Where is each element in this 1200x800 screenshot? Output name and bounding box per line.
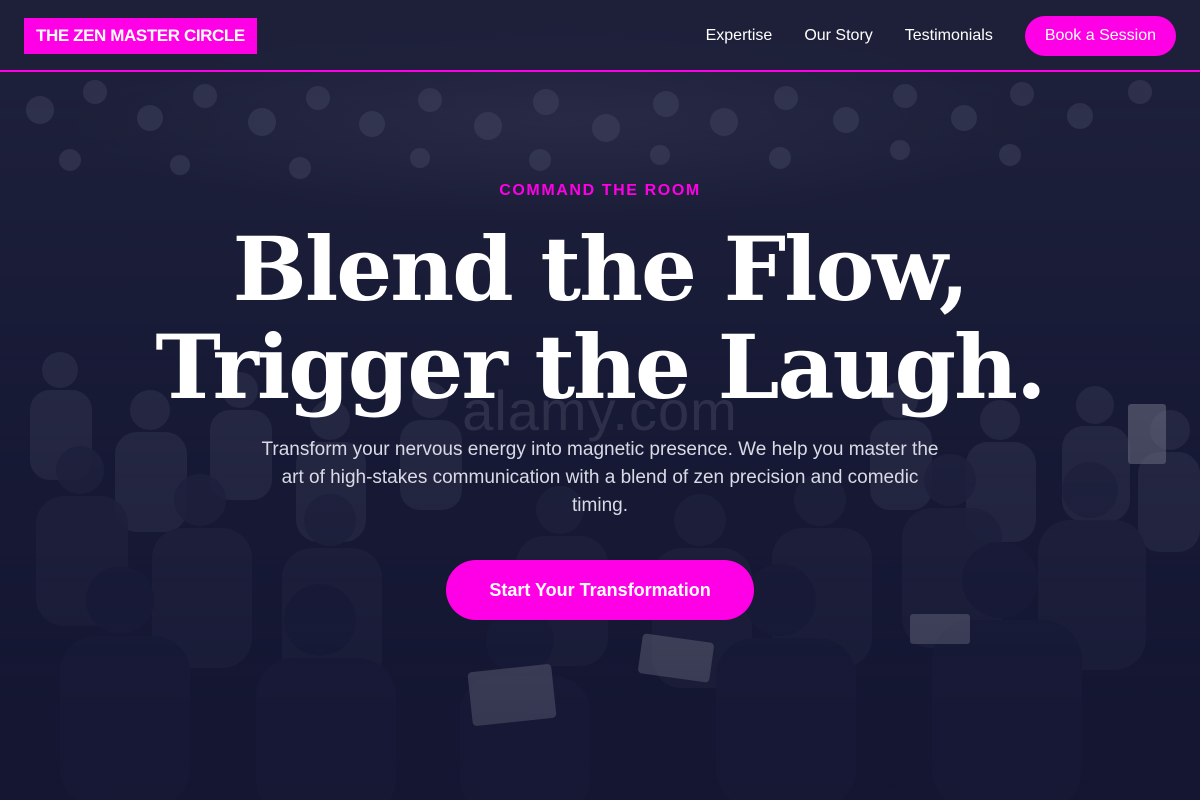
hero-headline-line-1: Blend the Flow,: [232, 217, 969, 321]
hero-eyebrow: COMMAND THE ROOM: [499, 182, 701, 199]
book-session-button[interactable]: Book a Session: [1024, 16, 1176, 56]
main-nav: Expertise Our Story Testimonials Book a …: [706, 16, 1176, 56]
nav-link-our-story[interactable]: Our Story: [804, 27, 872, 45]
start-transformation-button[interactable]: Start Your Transformation: [446, 560, 754, 620]
brand-logo[interactable]: THE ZEN MASTER CIRCLE: [24, 18, 257, 54]
nav-link-testimonials[interactable]: Testimonials: [905, 27, 993, 45]
nav-link-expertise[interactable]: Expertise: [706, 27, 773, 45]
hero-section: COMMAND THE ROOM Blend the Flow, Trigger…: [0, 0, 1200, 800]
image-watermark: alamy.com: [462, 379, 738, 442]
site-header: THE ZEN MASTER CIRCLE Expertise Our Stor…: [0, 0, 1200, 72]
hero-subtext: Transform your nervous energy into magne…: [261, 439, 939, 516]
